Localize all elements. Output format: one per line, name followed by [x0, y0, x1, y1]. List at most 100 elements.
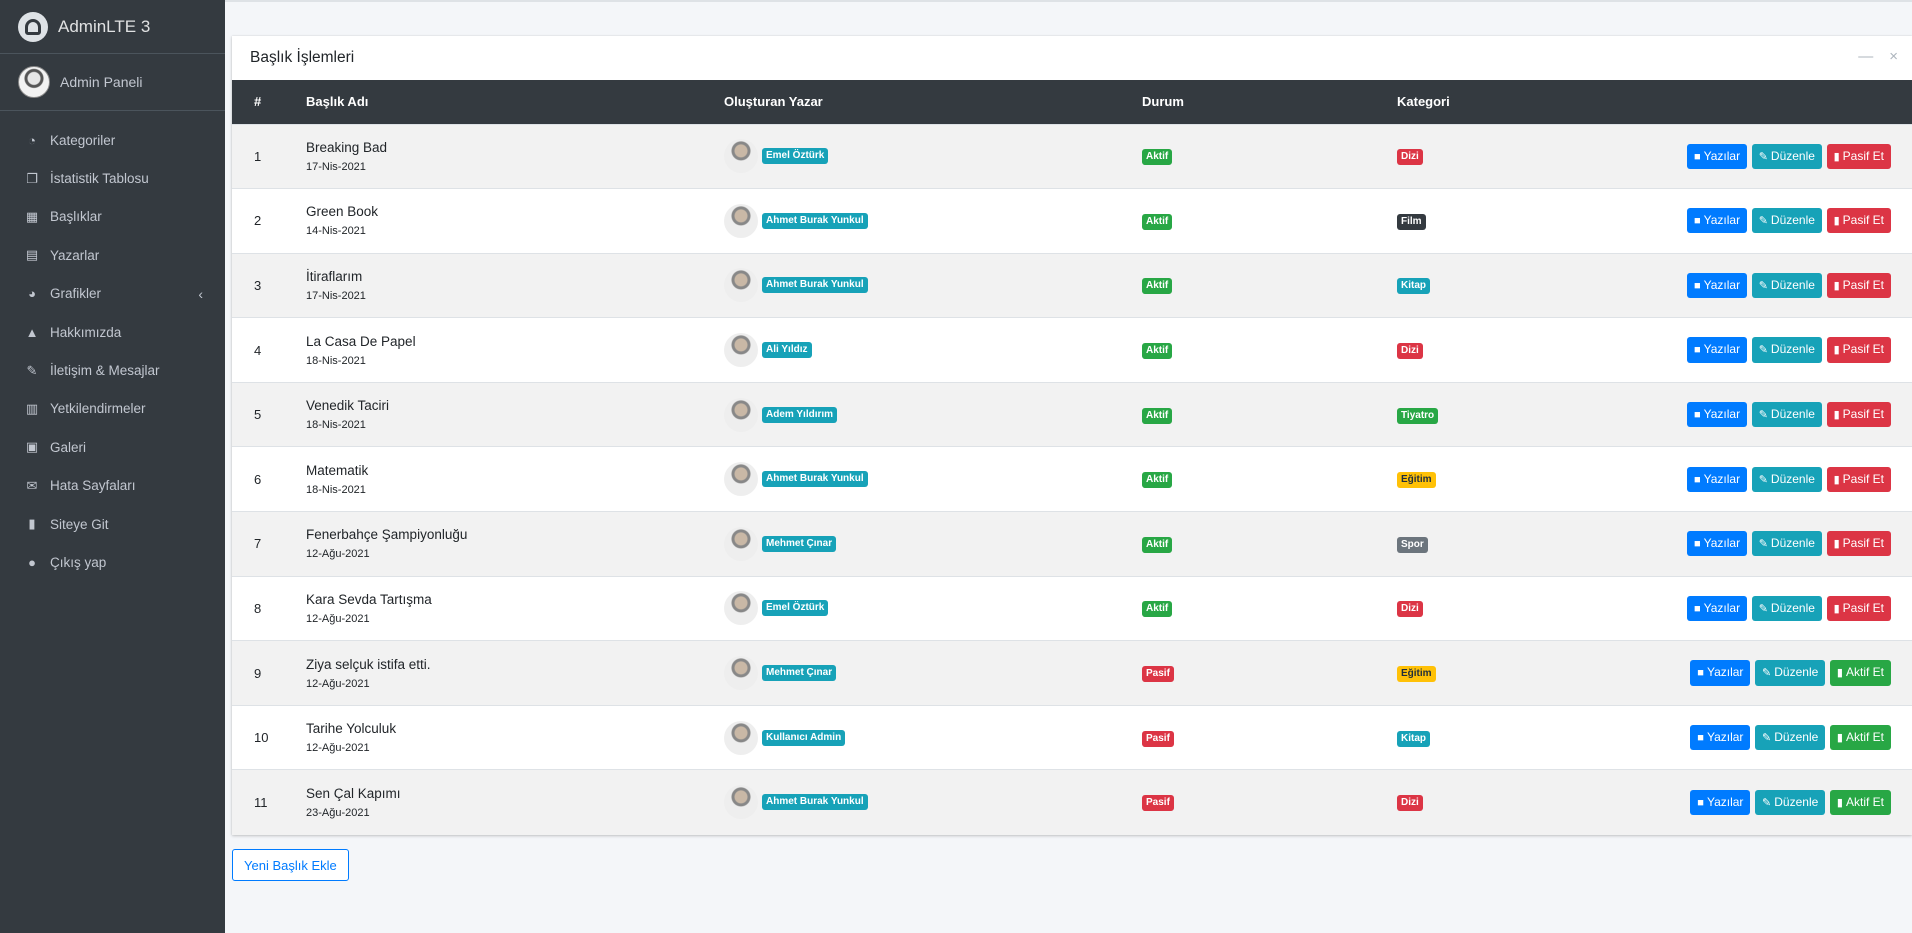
tachometer-icon: ◔: [28, 132, 36, 148]
author-badge: Ali Yıldız: [762, 342, 812, 359]
author-cell: Ahmet Burak Yunkul: [712, 253, 1130, 318]
image-icon: ▣: [25, 439, 39, 455]
edit-button[interactable]: ✎ Düzenle: [1751, 337, 1822, 363]
sidebar-item-iletisim[interactable]: ✎ İletişim & Mesajlar: [0, 351, 225, 389]
sidebar-item-kategoriler[interactable]: ◔ Kategoriler: [0, 121, 225, 159]
pencil-icon: ✎: [1758, 409, 1768, 422]
activate-button[interactable]: ▮ Aktif Et: [1829, 660, 1891, 686]
card-title: Başlık İşlemleri: [250, 49, 355, 66]
sidebar-item-galeri[interactable]: ▣ Galeri: [0, 428, 225, 466]
edit-button[interactable]: ✎ Düzenle: [1751, 272, 1822, 299]
posts-button-label: Yazılar: [1706, 730, 1744, 745]
edit-button[interactable]: ✎ Düzenle: [1755, 789, 1826, 816]
title-name: Fenerbahçe Şampiyonluğu: [306, 527, 468, 543]
status-badge: Aktif: [1142, 407, 1173, 424]
sidebar-item-label: Hakkımızda: [50, 324, 122, 340]
category-cell: Dizi: [1385, 770, 1525, 835]
activate-button[interactable]: ▮ Aktif Et: [1829, 725, 1891, 751]
toggle-button-label: Pasif Et: [1842, 600, 1884, 615]
posts-button[interactable]: ■ Yazılar: [1686, 402, 1748, 428]
deactivate-button[interactable]: ▮ Pasif Et: [1826, 272, 1891, 299]
actions-cell: ■ Yazılar ✎ Düzenle ▮ Pasif Et: [1525, 253, 1912, 318]
category-badge: Eğitim: [1397, 666, 1436, 683]
status-badge: Aktif: [1142, 536, 1173, 553]
sidebar-item-yazarlar[interactable]: ▤ Yazarlar: [0, 236, 225, 274]
sidebar-item-siteye-git[interactable]: ▮ Siteye Git: [0, 505, 225, 543]
posts-button[interactable]: ■ Yazılar: [1686, 595, 1748, 622]
pencil-icon: ✎: [1758, 279, 1768, 292]
sidebar-item-basliklar[interactable]: ▦ Başlıklar: [0, 198, 225, 236]
title-date: 12-Ağu-2021: [306, 612, 370, 625]
book-icon: ▮: [28, 516, 36, 532]
edit-button-label: Düzenle: [1770, 600, 1815, 615]
posts-button[interactable]: ■ Yazılar: [1690, 725, 1751, 751]
edit-button[interactable]: ✎ Düzenle: [1751, 402, 1822, 428]
toggle-button-label: Pasif Et: [1842, 148, 1884, 163]
sidebar-item-grafikler[interactable]: ◕ Grafikler ‹: [0, 275, 225, 313]
toggle-button-label: Aktif Et: [1845, 794, 1884, 809]
posts-button-label: Yazılar: [1703, 600, 1741, 615]
category-badge: Spor: [1397, 536, 1428, 553]
deactivate-button[interactable]: ▮ Pasif Et: [1826, 595, 1891, 622]
edit-button[interactable]: ✎ Düzenle: [1755, 725, 1826, 751]
title-cell: La Casa De Papel 18-Nis-2021: [294, 318, 712, 383]
deactivate-button[interactable]: ▮ Pasif Et: [1826, 402, 1891, 428]
edit-button[interactable]: ✎ Düzenle: [1751, 466, 1822, 492]
edit-button[interactable]: ✎ Düzenle: [1751, 595, 1822, 622]
actions-cell: ■ Yazılar ✎ Düzenle ▮ Pasif Et: [1525, 447, 1912, 512]
pencil-icon: ✎: [1762, 796, 1772, 809]
minimize-icon[interactable]: —: [1858, 48, 1873, 65]
title-name: Tarihe Yolculuk: [306, 721, 397, 737]
table-row: 3 İtiraflarım 17-Nis-2021 Ahmet Burak Yu…: [232, 253, 1912, 318]
row-number: 5: [254, 407, 262, 423]
folder-icon: ■: [1693, 279, 1701, 292]
status-badge: Pasif: [1142, 730, 1174, 747]
add-title-button[interactable]: Yeni Başlık Ekle: [232, 849, 349, 881]
deactivate-button[interactable]: ▮ Pasif Et: [1826, 143, 1891, 169]
sidebar-item-yetkilendirmeler[interactable]: ▥ Yetkilendirmeler: [0, 390, 225, 428]
posts-button[interactable]: ■ Yazılar: [1690, 789, 1751, 816]
sidebar-item-hata-sayfalari[interactable]: ✉ Hata Sayfaları: [0, 467, 225, 505]
posts-button[interactable]: ■ Yazılar: [1686, 143, 1748, 169]
sidebar-nav: ◔ Kategoriler ❐ İstatistik Tablosu ▦ Başlık…: [0, 111, 225, 582]
edit-button[interactable]: ✎ Düzenle: [1751, 208, 1822, 234]
posts-button[interactable]: ■ Yazılar: [1686, 531, 1748, 557]
deactivate-button[interactable]: ▮ Pasif Et: [1826, 337, 1891, 363]
sidebar-item-label: İstatistik Tablosu: [50, 171, 149, 187]
sidebar-item-label: Yetkilendirmeler: [50, 401, 146, 417]
posts-button[interactable]: ■ Yazılar: [1686, 466, 1748, 492]
grid-icon: ▦: [25, 208, 39, 224]
sidebar-item-istatistik[interactable]: ❐ İstatistik Tablosu: [0, 159, 225, 197]
edit-button[interactable]: ✎ Düzenle: [1755, 660, 1826, 686]
author-cell: Mehmet Çınar: [712, 512, 1130, 577]
posts-button[interactable]: ■ Yazılar: [1690, 660, 1751, 686]
trash-icon: ▮: [1833, 473, 1840, 486]
author-avatar: [724, 268, 758, 303]
deactivate-button[interactable]: ▮ Pasif Et: [1826, 531, 1891, 557]
table-body: 1 Breaking Bad 17-Nis-2021 Emel Öztürk A…: [232, 124, 1912, 835]
sidebar-item-cikis[interactable]: ● Çıkış yap: [0, 543, 225, 581]
user-panel[interactable]: Admin Paneli: [0, 54, 225, 111]
folder-icon: ■: [1693, 409, 1701, 422]
posts-button[interactable]: ■ Yazılar: [1686, 208, 1748, 234]
title-name: Sen Çal Kapımı: [306, 785, 401, 801]
pencil-icon: ✎: [1758, 215, 1768, 228]
posts-button[interactable]: ■ Yazılar: [1686, 337, 1748, 363]
category-cell: Film: [1385, 189, 1525, 254]
folder-icon: ■: [1693, 150, 1701, 163]
deactivate-button[interactable]: ▮ Pasif Et: [1826, 208, 1891, 234]
table-row: 11 Sen Çal Kapımı 23-Ağu-2021 Ahmet Bura…: [232, 769, 1912, 835]
close-icon[interactable]: ×: [1889, 48, 1898, 65]
posts-button[interactable]: ■ Yazılar: [1686, 272, 1748, 299]
sidebar-item-hakkimizda[interactable]: ▲ Hakkımızda: [0, 313, 225, 351]
category-badge: Dizi: [1397, 795, 1423, 812]
author-cell: Ahmet Burak Yunkul: [712, 770, 1130, 835]
title-date: 14-Nis-2021: [306, 225, 366, 238]
brand-link[interactable]: AdminLTE 3: [0, 0, 225, 54]
activate-button[interactable]: ▮ Aktif Et: [1829, 789, 1891, 816]
edit-button[interactable]: ✎ Düzenle: [1751, 143, 1822, 169]
user-avatar: [18, 66, 50, 98]
edit-button[interactable]: ✎ Düzenle: [1751, 531, 1822, 557]
deactivate-button[interactable]: ▮ Pasif Et: [1826, 466, 1891, 492]
title-cell: Matematik 18-Nis-2021: [294, 447, 712, 512]
